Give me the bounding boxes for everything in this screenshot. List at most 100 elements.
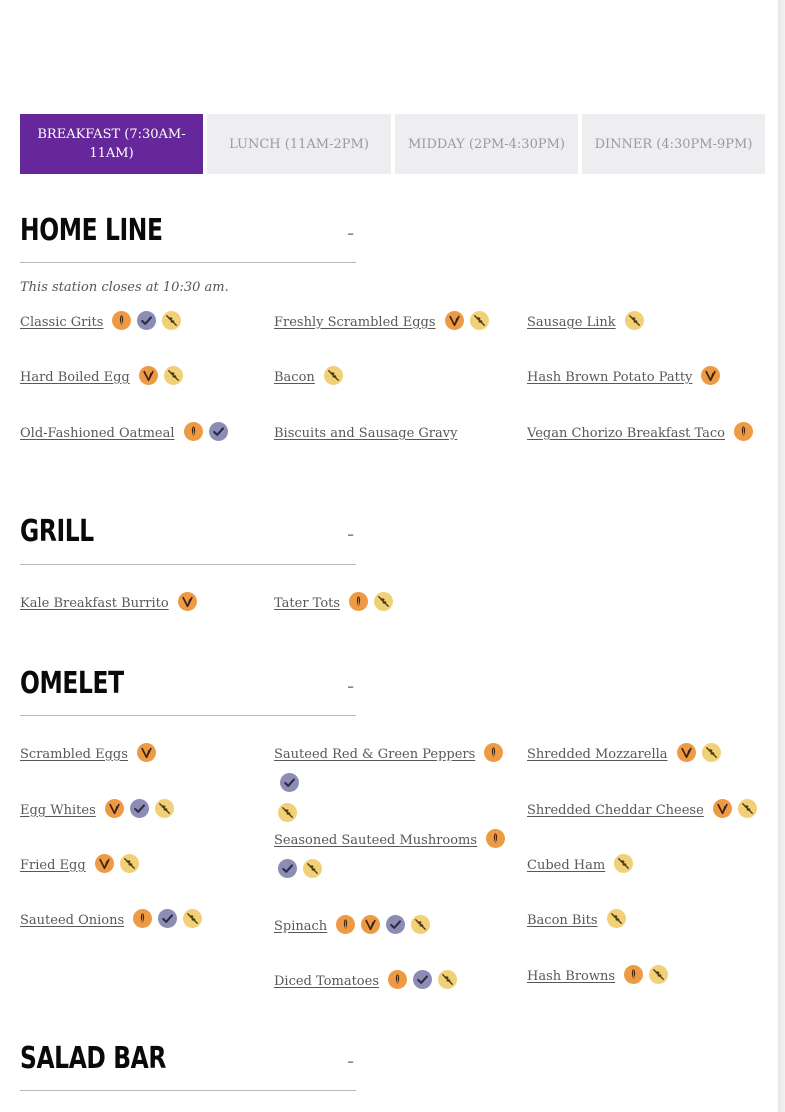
menu-item-link[interactable]: Diced Tomatoes (274, 974, 379, 989)
menu-item: Biscuits and Sausage Gravy (274, 419, 457, 449)
menu-item-link[interactable]: Seasoned Sauteed Mushrooms (274, 833, 477, 848)
menu-item-link[interactable]: Bacon Bits (527, 913, 598, 928)
no-allergen-icon (374, 592, 394, 611)
vegan-icon (349, 592, 369, 611)
gluten-free-icon (413, 970, 432, 989)
section-divider (20, 564, 356, 565)
gluten-free-icon (129, 799, 149, 818)
scrollbar[interactable] (778, 0, 785, 1112)
menu-item: Fried Egg (20, 851, 139, 881)
menu-item-link[interactable]: Scrambled Eggs (20, 747, 128, 762)
vegetarian-icon (94, 854, 114, 873)
collapse-toggle-omelet[interactable]: - (347, 676, 354, 696)
menu-item-link[interactable]: Hard Boiled Egg (20, 370, 130, 385)
vegetarian-icon (104, 799, 124, 818)
menu-item: Vegan Chorizo Breakfast Taco (527, 419, 753, 449)
section-divider (20, 715, 356, 716)
no-allergen-icon (624, 311, 644, 330)
no-allergen-icon (323, 366, 343, 385)
no-allergen-icon (183, 909, 203, 928)
collapse-toggle-salad-bar[interactable]: - (347, 1051, 354, 1071)
vegan-icon (486, 829, 506, 848)
menu-item-link[interactable]: Vegan Chorizo Breakfast Taco (527, 426, 725, 441)
menu-item-link[interactable]: Egg Whites (20, 803, 96, 818)
menu-item: Hash Browns (527, 962, 669, 992)
menu-item: Diced Tomatoes (274, 967, 457, 997)
menu-item-link[interactable]: Shredded Mozzarella (527, 747, 668, 762)
no-allergen-icon (411, 915, 431, 934)
vegan-icon (388, 970, 407, 989)
menu-item-link[interactable]: Kale Breakfast Burrito (20, 596, 169, 611)
vegan-icon (336, 915, 356, 934)
no-allergen-icon (737, 799, 757, 818)
no-allergen-icon (162, 311, 182, 330)
no-allergen-icon (119, 854, 139, 873)
menu-item-link[interactable]: Hash Brown Potato Patty (527, 370, 692, 385)
menu-item-link[interactable]: Sauteed Onions (20, 913, 124, 928)
menu-item: Egg Whites (20, 796, 174, 826)
no-allergen-icon (701, 743, 721, 762)
menu-item-link[interactable]: Hash Browns (527, 969, 615, 984)
menu-item-link[interactable]: Freshly Scrambled Eggs (274, 315, 436, 330)
station-note: This station closes at 10:30 am. (20, 280, 229, 295)
menu-item: Scrambled Eggs (20, 740, 156, 770)
menu-item-link[interactable]: Tater Tots (274, 596, 340, 611)
menu-item-link[interactable]: Biscuits and Sausage Gravy (274, 426, 457, 441)
vegan-icon (624, 965, 644, 984)
menu-item: Tater Tots (274, 589, 394, 619)
section-divider (20, 1090, 356, 1091)
no-allergen-icon (614, 854, 634, 873)
menu-item: Bacon (274, 363, 343, 393)
no-allergen-icon (469, 311, 489, 330)
vegetarian-icon (712, 799, 732, 818)
meal-tabs: BREAKFAST (7:30AM-11AM) LUNCH (11AM-2PM)… (20, 114, 765, 174)
menu-item: Sauteed Onions (20, 906, 203, 936)
vegan-icon (734, 422, 753, 441)
no-allergen-icon (163, 366, 183, 385)
menu-item: Spinach (274, 912, 431, 942)
vegetarian-icon (444, 311, 464, 330)
tab-midday[interactable]: MIDDAY (2PM-4:30PM) (395, 114, 578, 174)
menu-item-link[interactable]: Fried Egg (20, 858, 86, 873)
vegetarian-icon (701, 366, 721, 385)
menu-item: Hard Boiled Egg (20, 363, 183, 393)
gluten-free-icon (280, 773, 299, 792)
collapse-toggle-grill[interactable]: - (347, 524, 354, 544)
section-title-grill: GRILL (20, 514, 94, 549)
menu-item: Shredded Mozzarella (527, 740, 721, 770)
no-allergen-icon (303, 859, 322, 878)
gluten-free-icon (386, 915, 406, 934)
menu-item: Freshly Scrambled Eggs (274, 308, 489, 338)
menu-item: Classic Grits (20, 308, 182, 338)
gluten-free-icon (208, 422, 228, 441)
tab-breakfast[interactable]: BREAKFAST (7:30AM-11AM) (20, 114, 203, 174)
tab-dinner[interactable]: DINNER (4:30PM-9PM) (582, 114, 765, 174)
tab-lunch[interactable]: LUNCH (11AM-2PM) (207, 114, 391, 174)
menu-item-link[interactable]: Sausage Link (527, 315, 616, 330)
section-title-omelet: OMELET (20, 666, 124, 701)
vegetarian-icon (138, 366, 158, 385)
menu-item-link[interactable]: Spinach (274, 919, 327, 934)
no-allergen-icon (438, 970, 457, 989)
vegan-icon (183, 422, 203, 441)
menu-item: Bacon Bits (527, 906, 626, 936)
menu-item: Shredded Cheddar Cheese (527, 796, 757, 826)
menu-item-link[interactable]: Classic Grits (20, 315, 103, 330)
vegan-icon (112, 311, 132, 330)
menu-item: Sauteed Red & Green Peppers (274, 740, 524, 830)
menu-item-link[interactable]: Shredded Cheddar Cheese (527, 803, 704, 818)
menu-item-link[interactable]: Cubed Ham (527, 858, 605, 873)
menu-item: Hash Brown Potato Patty (527, 363, 721, 393)
menu-item-link[interactable]: Bacon (274, 370, 315, 385)
collapse-toggle-home-line[interactable]: - (347, 223, 354, 243)
menu-item: Cubed Ham (527, 851, 634, 881)
vegan-icon (484, 743, 504, 762)
section-title-home-line: HOME LINE (20, 213, 163, 248)
no-allergen-icon (278, 803, 297, 822)
menu-item: Kale Breakfast Burrito (20, 589, 197, 619)
vegetarian-icon (177, 592, 197, 611)
menu-item-link[interactable]: Sauteed Red & Green Peppers (274, 747, 475, 762)
menu-item-link[interactable]: Old-Fashioned Oatmeal (20, 426, 175, 441)
no-allergen-icon (606, 909, 626, 928)
gluten-free-icon (278, 859, 297, 878)
